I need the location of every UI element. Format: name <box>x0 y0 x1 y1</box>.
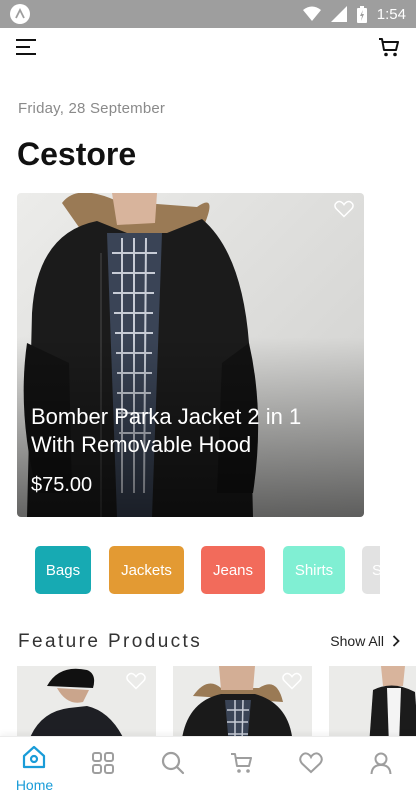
menu-button[interactable] <box>16 38 38 56</box>
hero-product-card[interactable]: Bomber Parka Jacket 2 in 1 With Removabl… <box>17 193 364 517</box>
category-list: Bags Jackets Jeans Shirts S <box>35 546 380 594</box>
search-icon <box>161 751 185 775</box>
status-bar: 1:54 <box>0 0 416 28</box>
hero-product-price: $75.00 <box>31 474 93 496</box>
product-card[interactable] <box>329 666 416 736</box>
nav-cart[interactable] <box>208 737 277 800</box>
grid-icon <box>92 752 114 774</box>
home-icon <box>22 745 46 769</box>
product-card[interactable] <box>173 666 312 736</box>
cart-icon <box>231 753 252 773</box>
app-bar <box>0 28 416 68</box>
profile-icon <box>370 752 392 775</box>
favorite-icon[interactable] <box>334 200 354 218</box>
product-image <box>369 666 416 736</box>
category-chip-partial[interactable]: S <box>362 546 380 594</box>
heart-icon <box>299 752 323 774</box>
show-all-link[interactable]: Show All <box>330 633 400 649</box>
status-time: 1:54 <box>376 5 406 23</box>
cart-button[interactable] <box>378 36 400 58</box>
product-card[interactable] <box>17 666 156 736</box>
category-chip-jackets[interactable]: Jackets <box>109 546 184 594</box>
cart-icon <box>379 38 399 57</box>
bottom-navigation: Home <box>0 736 416 800</box>
app-notification-icon <box>10 4 30 24</box>
nav-home-label: Home <box>15 777 54 793</box>
battery-icon <box>356 5 367 23</box>
nav-profile[interactable] <box>347 737 416 800</box>
nav-favorites[interactable] <box>277 737 346 800</box>
page-title: Cestore <box>17 136 137 172</box>
favorite-icon[interactable] <box>282 672 302 690</box>
category-chip-shirts[interactable]: Shirts <box>283 546 345 594</box>
date-label: Friday, 28 September <box>18 100 166 117</box>
home-screen: 1:54 Friday, 28 September Cestore Bomber… <box>0 0 416 800</box>
nav-home[interactable]: Home <box>0 737 69 800</box>
signal-icon <box>330 6 347 22</box>
nav-search[interactable] <box>139 737 208 800</box>
hero-product-title: Bomber Parka Jacket 2 in 1 With Removabl… <box>31 404 302 457</box>
wifi-icon <box>302 6 321 21</box>
chevron-right-icon <box>392 635 400 647</box>
category-chip-jeans[interactable]: Jeans <box>201 546 265 594</box>
favorite-icon[interactable] <box>126 672 146 690</box>
nav-categories[interactable] <box>69 737 138 800</box>
feature-products-list <box>0 666 416 736</box>
category-chip-bags[interactable]: Bags <box>35 546 91 594</box>
menu-icon <box>16 39 36 41</box>
feature-products-title: Feature Products <box>18 631 203 652</box>
